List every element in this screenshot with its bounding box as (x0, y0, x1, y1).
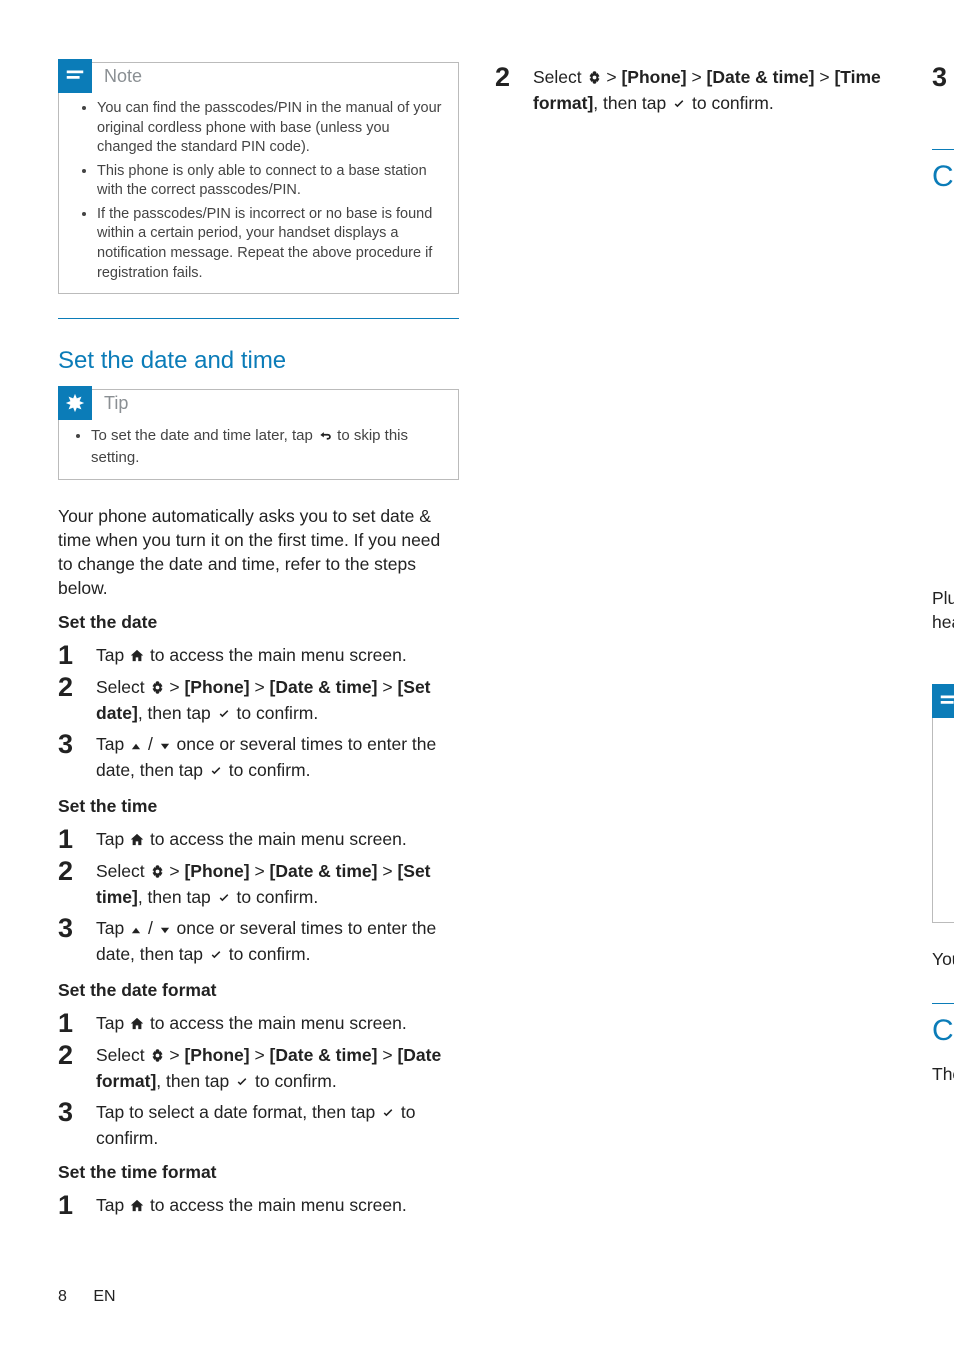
tip-label: Tip (104, 393, 128, 414)
page-number: 8 (58, 1288, 67, 1305)
tip-box: Tip To set the date and time later, tap … (58, 389, 459, 480)
step: 2 Select > [Phone] > [Date & time] > [Da… (58, 1040, 459, 1095)
battery-body: The battery icon displays the current ba… (932, 1062, 954, 1086)
step: 2 Select > [Phone] > [Date & time] > [Se… (58, 856, 459, 911)
down-icon (158, 918, 172, 942)
step: 1 Tap to access the main menu screen. (58, 824, 459, 853)
note-icon (932, 684, 954, 718)
note-box: Note Make sure that you switch on the ph… (932, 687, 954, 923)
heading-set-date-time: Set the date and time (58, 347, 459, 375)
settings-icon (150, 861, 165, 885)
up-icon (129, 734, 143, 758)
note-item: This phone is only able to connect to a … (97, 162, 444, 201)
page-lang: EN (93, 1288, 115, 1305)
step: 1 Tap to access the main menu screen. (58, 1008, 459, 1037)
note-icon (58, 59, 92, 93)
settings-icon (150, 677, 165, 701)
home-icon (129, 829, 145, 853)
page-footer: 8 EN (58, 1288, 116, 1306)
section-divider (932, 1003, 954, 1004)
check-icon (208, 944, 224, 968)
home-icon (129, 645, 145, 669)
tip-icon (58, 386, 92, 420)
subheading-set-time-format: Set the time format (58, 1160, 459, 1184)
step: 2 Select > [Phone] > [Date & time] > [Se… (58, 672, 459, 727)
tip-item: To set the date and time later, tap to s… (91, 426, 444, 469)
note-item: You can find the passcodes/PIN in the ma… (97, 99, 444, 158)
check-icon (671, 93, 687, 117)
heading-charge-phone: Charge the phone (932, 160, 954, 194)
heading-check-battery: Check the battery level (932, 1014, 954, 1048)
note-box: Note You can find the passcodes/PIN in t… (58, 62, 459, 294)
down-icon (158, 734, 172, 758)
step: 2 Select > [Phone] > [Date & time] > [Ti… (495, 62, 896, 117)
step: 3 Tap / once or several times to enter t… (58, 913, 459, 968)
charging-illustration (932, 208, 954, 574)
subheading-set-date: Set the date (58, 610, 459, 634)
settings-icon (150, 1045, 165, 1069)
settings-icon (587, 67, 602, 91)
step: 1 Tap to access the main menu screen. (58, 640, 459, 669)
check-icon (208, 760, 224, 784)
home-icon (129, 1013, 145, 1037)
charge-body: Plug the charging adapter into the heads… (932, 586, 954, 634)
step: 3 Tap to select a date format, then tap … (58, 1097, 459, 1150)
intro-paragraph: Your phone automatically asks you to set… (58, 504, 459, 601)
note-item: If the passcodes/PIN is incorrect or no … (97, 205, 444, 283)
section-divider (932, 149, 954, 150)
step: 3 Tap to select a time format, then tap … (932, 62, 954, 115)
up-icon (129, 918, 143, 942)
check-icon (234, 1071, 250, 1095)
step: 1 Tap to access the main menu screen. (58, 1190, 459, 1219)
check-icon (216, 887, 232, 911)
section-divider (58, 318, 459, 319)
subheading-set-time: Set the time (58, 794, 459, 818)
check-icon (216, 703, 232, 727)
home-icon (129, 1195, 145, 1219)
back-icon (317, 428, 333, 448)
check-icon (380, 1102, 396, 1126)
ready-text: Your phone is now ready to use. (932, 947, 954, 971)
subheading-set-date-format: Set the date format (58, 978, 459, 1002)
note-label: Note (104, 66, 142, 87)
step: 3 Tap / once or several times to enter t… (58, 729, 459, 784)
